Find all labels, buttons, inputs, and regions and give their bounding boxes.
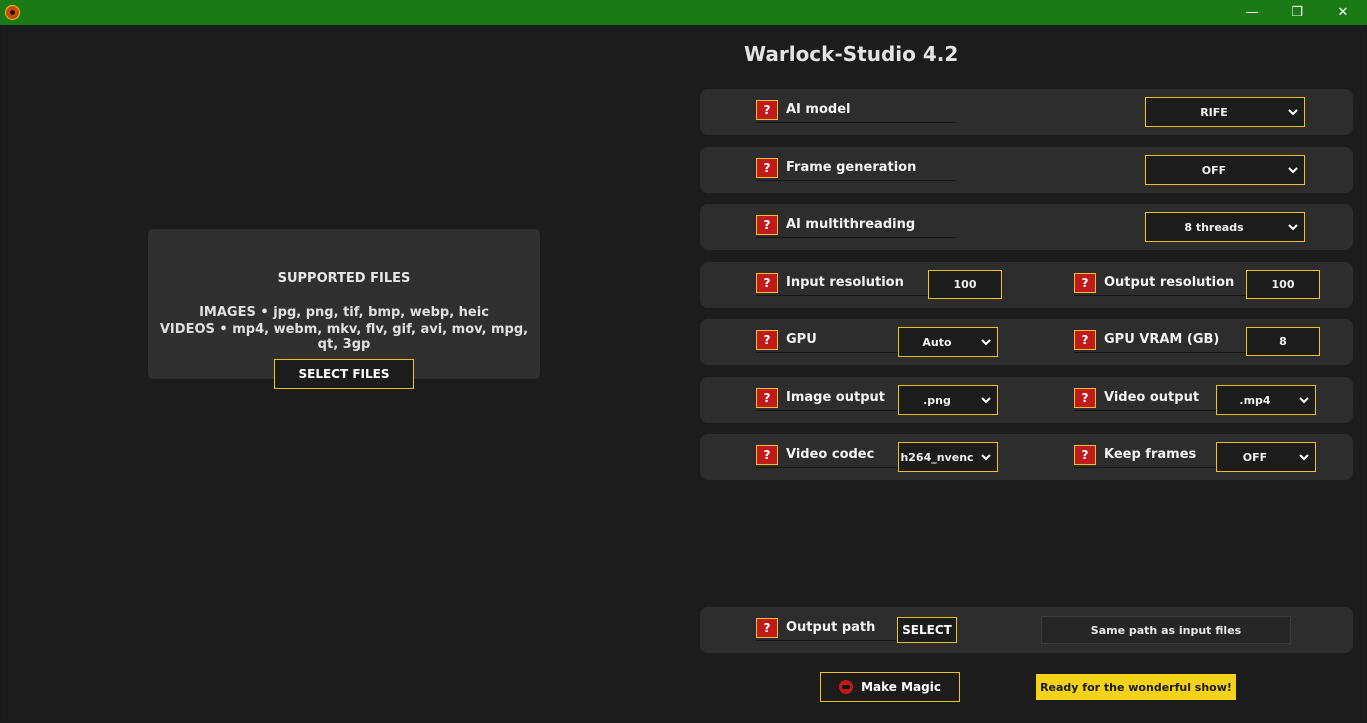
keep-frames-label: Keep frames xyxy=(1104,447,1197,462)
make-magic-label: Make Magic xyxy=(861,680,941,694)
divider xyxy=(756,122,956,123)
ai-multithreading-dropdown[interactable]: 8 threads xyxy=(1145,212,1305,242)
gpu-vram-help-button[interactable]: ? xyxy=(1074,330,1096,350)
divider xyxy=(756,410,898,411)
ai-model-label: AI model xyxy=(786,102,851,117)
image-output-help-button[interactable]: ? xyxy=(756,388,778,408)
frame-generation-help-button[interactable]: ? xyxy=(756,158,778,178)
divider xyxy=(756,295,928,296)
divider xyxy=(756,180,956,181)
output-path-select-button[interactable]: SELECT xyxy=(897,617,957,643)
divider xyxy=(1074,295,1246,296)
helmet-icon xyxy=(839,680,854,694)
ai-model-dropdown[interactable]: RIFE xyxy=(1145,97,1305,127)
chevron-down-icon xyxy=(975,396,997,404)
chevron-down-icon xyxy=(975,453,997,461)
image-output-value: .png xyxy=(923,393,951,407)
supported-images-text: IMAGES • jpg, png, tif, bmp, webp, heic xyxy=(199,305,489,320)
video-codec-label: Video codec xyxy=(786,447,875,462)
frame-generation-label: Frame generation xyxy=(786,160,917,175)
chevron-down-icon xyxy=(1282,166,1304,174)
gpu-value: Auto xyxy=(922,335,952,349)
ai-model-help-button[interactable]: ? xyxy=(756,100,778,120)
gpu-label: GPU xyxy=(786,332,817,347)
divider xyxy=(1074,410,1216,411)
frame-generation-value: OFF xyxy=(1201,163,1227,177)
supported-videos-text: VIDEOS • mp4, webm, mkv, flv, gif, avi, … xyxy=(159,322,529,352)
video-codec-help-button[interactable]: ? xyxy=(756,445,778,465)
input-resolution-label: Input resolution xyxy=(786,275,904,290)
ai-multithreading-label: AI multithreading xyxy=(786,217,916,232)
divider xyxy=(1074,467,1216,468)
file-dropzone[interactable] xyxy=(148,229,540,379)
video-output-label: Video output xyxy=(1104,390,1200,405)
app-logo-icon xyxy=(5,5,20,20)
keep-frames-help-button[interactable]: ? xyxy=(1074,445,1096,465)
ai-multithreading-help-button[interactable]: ? xyxy=(756,215,778,235)
minimize-button[interactable]: — xyxy=(1229,0,1275,25)
divider xyxy=(756,237,956,238)
video-output-help-button[interactable]: ? xyxy=(1074,388,1096,408)
window-titlebar: — ❐ ✕ xyxy=(0,0,1367,25)
output-path-display: Same path as input files xyxy=(1041,616,1291,644)
app-title: Warlock-Studio 4.2 xyxy=(744,42,959,66)
image-output-dropdown[interactable]: .png xyxy=(898,385,998,415)
select-files-button[interactable]: SELECT FILES xyxy=(274,359,414,389)
input-resolution-help-button[interactable]: ? xyxy=(756,273,778,293)
output-resolution-help-button[interactable]: ? xyxy=(1074,273,1096,293)
chevron-down-icon xyxy=(1282,223,1304,231)
gpu-help-button[interactable]: ? xyxy=(756,330,778,350)
make-magic-button[interactable]: Make Magic xyxy=(820,672,960,702)
output-resolution-label: Output resolution xyxy=(1104,275,1235,290)
video-codec-value: h264_nvenc xyxy=(900,450,974,464)
video-codec-dropdown[interactable]: h264_nvenc xyxy=(898,442,998,472)
output-path-label: Output path xyxy=(786,620,876,635)
chevron-down-icon xyxy=(1282,108,1304,116)
image-output-label: Image output xyxy=(786,390,885,405)
ai-multithreading-value: 8 threads xyxy=(1184,220,1244,234)
maximize-button[interactable]: ❐ xyxy=(1274,0,1320,25)
divider xyxy=(756,467,898,468)
chevron-down-icon xyxy=(1293,453,1315,461)
frame-generation-dropdown[interactable]: OFF xyxy=(1145,155,1305,185)
gpu-vram-label: GPU VRAM (GB) xyxy=(1104,332,1220,347)
input-resolution-field[interactable]: 100 xyxy=(928,270,1002,299)
keep-frames-dropdown[interactable]: OFF xyxy=(1216,442,1316,472)
chevron-down-icon xyxy=(975,338,997,346)
output-path-help-button[interactable]: ? xyxy=(756,618,778,638)
close-button[interactable]: ✕ xyxy=(1320,0,1366,25)
ai-model-value: RIFE xyxy=(1200,105,1228,119)
divider xyxy=(756,352,898,353)
video-output-value: .mp4 xyxy=(1239,393,1271,407)
divider xyxy=(1074,352,1246,353)
gpu-dropdown[interactable]: Auto xyxy=(898,327,998,357)
status-message: Ready for the wonderful show! xyxy=(1036,674,1236,700)
video-output-dropdown[interactable]: .mp4 xyxy=(1216,385,1316,415)
supported-files-heading: SUPPORTED FILES xyxy=(277,271,411,286)
keep-frames-value: OFF xyxy=(1242,450,1268,464)
gpu-vram-field[interactable]: 8 xyxy=(1246,327,1320,356)
chevron-down-icon xyxy=(1293,396,1315,404)
output-resolution-field[interactable]: 100 xyxy=(1246,270,1320,299)
divider xyxy=(756,640,896,641)
